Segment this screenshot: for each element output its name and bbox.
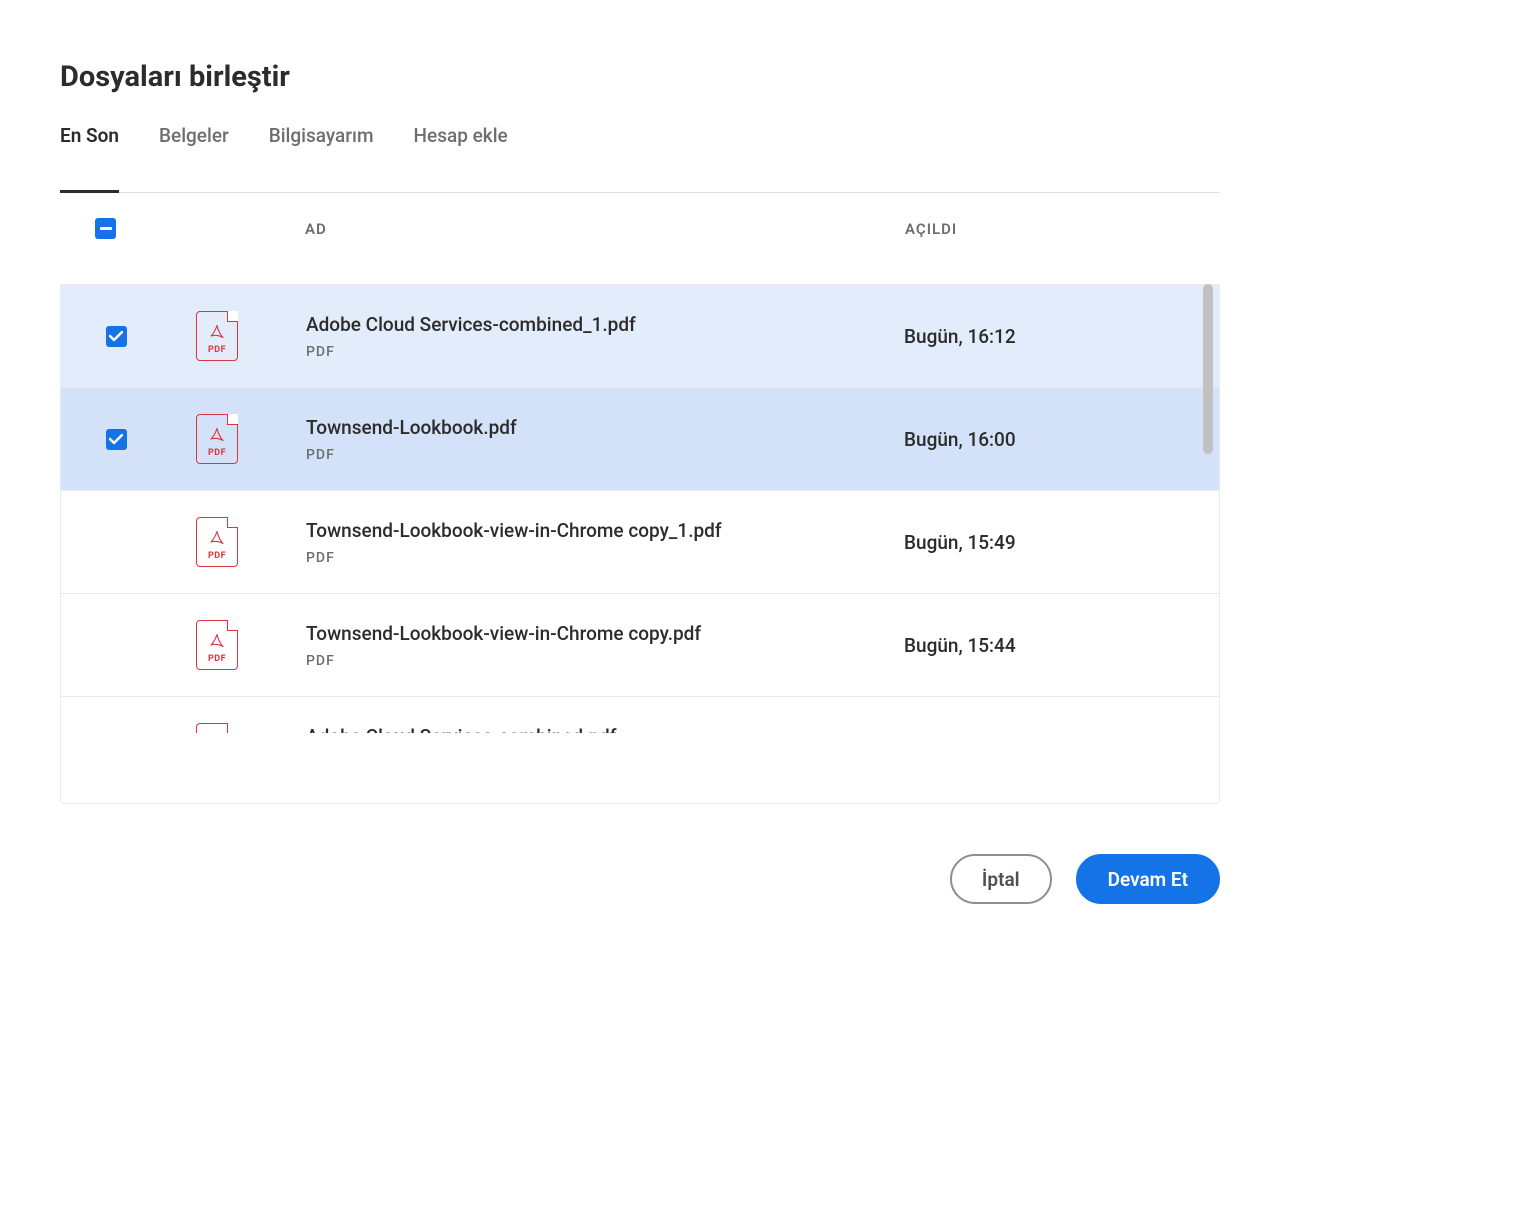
file-type: PDF [306,653,904,669]
pdf-file-icon: PDF [196,620,238,670]
tab-0[interactable]: En Son [60,124,119,192]
scrollbar[interactable] [1203,284,1213,454]
file-opened: Bugün, 16:12 [904,325,1194,348]
pdf-file-icon: PDF [196,723,238,733]
select-all-checkbox[interactable] [95,218,116,239]
column-header-opened[interactable]: AÇILDI [905,220,1195,238]
file-row[interactable]: PDFTownsend-Lookbook.pdfPDFBugün, 16:00 [61,387,1219,490]
file-name: Adobe Cloud Services-combined_1.pdf [306,313,904,336]
pdf-file-icon: PDF [196,517,238,567]
file-row[interactable]: PDF Townsend-Lookbook-view-in-Chrome copy… [61,490,1219,593]
page-title: Dosyaları birleştir [60,60,1220,94]
file-type: PDF [306,550,904,566]
continue-button[interactable]: Devam Et [1076,854,1220,904]
file-name: Townsend-Lookbook-view-in-Chrome copy.pd… [306,622,904,645]
tab-1[interactable]: Belgeler [159,124,229,192]
table-header: AD AÇILDI [60,193,1220,264]
file-list: PDF Adobe Cloud Services-combined_1.pdf PD… [61,284,1219,733]
file-name: Townsend-Lookbook.pdf [306,416,904,439]
file-opened: Bugün, 15:44 [904,634,1194,657]
file-type: PDF [306,447,904,463]
file-row[interactable]: PDF Adobe Cloud Services-combined_1.pdf PD… [61,284,1219,387]
column-header-name[interactable]: AD [305,220,905,238]
pdf-file-icon: PDF [196,414,238,464]
tab-3[interactable]: Hesap ekle [414,124,508,192]
dialog-footer: İptal Devam Et [60,854,1220,904]
pdf-file-icon: PDF [196,311,238,361]
file-name: Adobe Cloud Services-combined.pdf [306,725,904,734]
file-opened: Bugün, 15:49 [904,531,1194,554]
source-tabs: En Son Belgeler Bilgisayarım Hesap ekle [60,124,1220,193]
file-opened: Bugün, 16:00 [904,428,1194,451]
cancel-button[interactable]: İptal [950,854,1052,904]
file-row[interactable]: PDF Townsend-Lookbook-view-in-Chrome copy… [61,593,1219,696]
tab-2[interactable]: Bilgisayarım [269,124,374,192]
row-checkbox[interactable] [106,326,127,347]
file-name: Townsend-Lookbook-view-in-Chrome copy_1.… [306,519,904,542]
file-type: PDF [306,344,904,360]
file-row[interactable]: PDFAdobe Cloud Services-combined.pdfPDFB… [61,696,1219,733]
file-table: PDF Adobe Cloud Services-combined_1.pdf PD… [60,284,1220,804]
row-checkbox[interactable] [106,429,127,450]
